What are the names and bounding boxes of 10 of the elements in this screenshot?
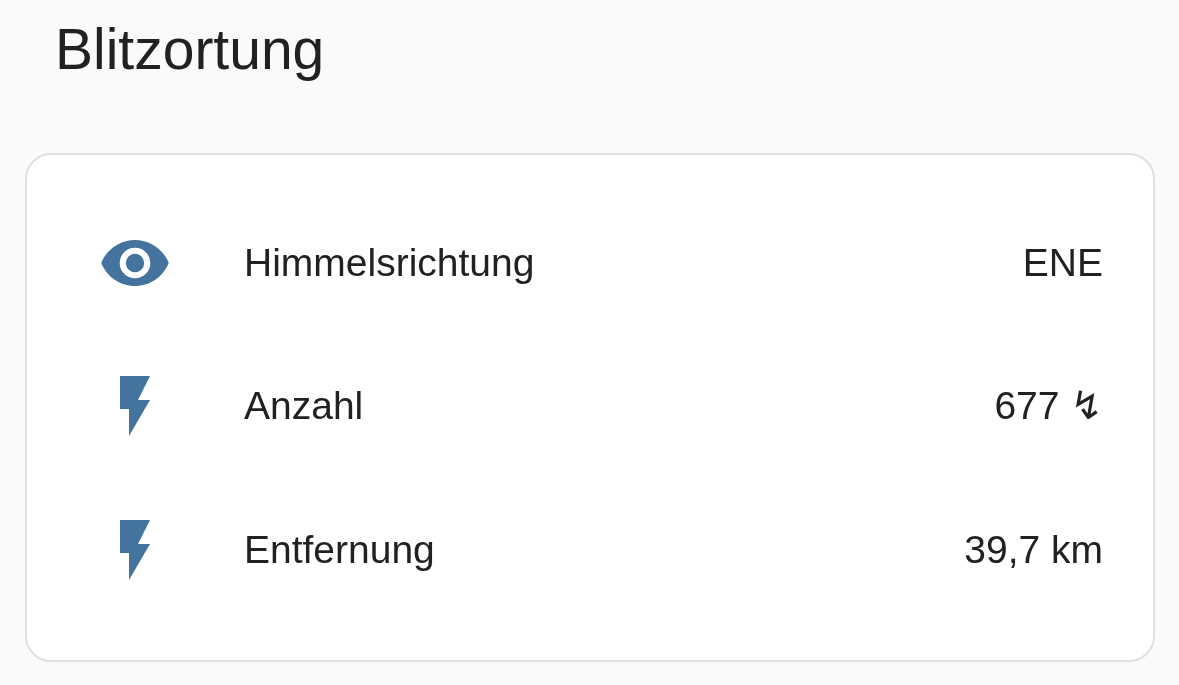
eye-icon: [101, 239, 169, 286]
sensor-value: 677 ↯: [994, 383, 1103, 430]
sensor-label: Entfernung: [244, 526, 436, 573]
sensor-label: Anzahl: [244, 383, 365, 430]
sensor-value: 39,7 km: [964, 526, 1103, 573]
lightning-bolt-icon: [120, 519, 150, 580]
lightning-bolt-icon: [120, 376, 150, 437]
card-title: Blitzortung: [55, 16, 325, 83]
sensor-label: Himmelsrichtung: [244, 239, 536, 286]
sensor-value: ENE: [1022, 239, 1103, 286]
